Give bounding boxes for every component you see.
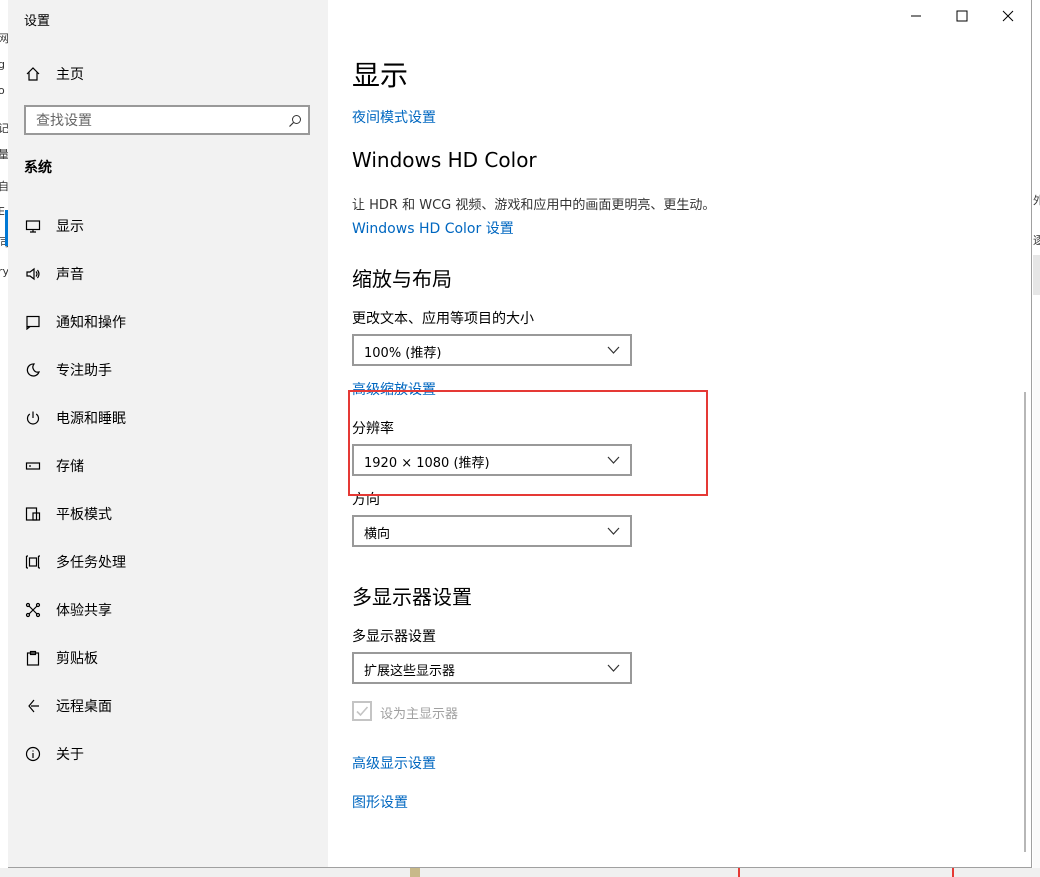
sidebar-item-label: 专注助手: [56, 363, 112, 379]
sidebar-item-label: 通知和操作: [56, 315, 126, 331]
bg-right-shade: [1033, 360, 1040, 877]
bg-right-char: 逐: [1033, 234, 1040, 247]
minimize-button[interactable]: [893, 0, 939, 32]
graphics-settings-link[interactable]: 图形设置: [352, 792, 408, 812]
scale-layout-heading: 缩放与布局: [352, 267, 452, 291]
scrollbar-thumb[interactable]: [1024, 392, 1026, 852]
title-bar-controls: [893, 0, 1031, 32]
sidebar-item-label: 主页: [56, 67, 84, 83]
page-title: 显示: [352, 59, 409, 92]
maximize-icon: [956, 10, 968, 22]
scale-dropdown[interactable]: 100% (推荐): [352, 334, 632, 366]
sidebar: 设置 主页 系统 显示 声音: [8, 0, 328, 867]
sidebar-item-clipboard[interactable]: 剪贴板: [8, 638, 328, 678]
sidebar-item-tablet[interactable]: 平板模式: [8, 494, 328, 534]
sidebar-item-about[interactable]: 关于: [8, 734, 328, 774]
power-icon: [24, 409, 42, 427]
multitask-icon: [24, 553, 42, 571]
notification-icon: [24, 313, 42, 331]
advanced-display-link[interactable]: 高级显示设置: [352, 753, 436, 773]
share-icon: [24, 601, 42, 619]
night-light-settings-link[interactable]: 夜间模式设置: [352, 107, 436, 127]
clipboard-icon: [24, 649, 42, 667]
sidebar-item-label: 显示: [56, 219, 84, 235]
section-label: 系统: [24, 160, 52, 176]
chevron-down-icon: [607, 664, 620, 672]
sidebar-item-label: 关于: [56, 747, 84, 763]
bg-right-char: 外: [1033, 194, 1040, 207]
bg-left-char: ry: [0, 265, 8, 278]
tablet-icon: [24, 505, 42, 523]
hdr-heading: Windows HD Color: [352, 148, 537, 172]
hdr-description: 让 HDR 和 WCG 视频、游戏和应用中的画面更明亮、更生动。: [352, 198, 716, 213]
sidebar-item-sound[interactable]: 声音: [8, 254, 328, 294]
multi-display-dropdown[interactable]: 扩展这些显示器: [352, 652, 632, 684]
bg-left-char: 量: [0, 148, 8, 161]
multi-display-dropdown-value: 扩展这些显示器: [364, 664, 456, 679]
bg-left-char: 自: [0, 180, 8, 193]
sidebar-item-shared-experiences[interactable]: 体验共享: [8, 590, 328, 630]
info-icon: [24, 745, 42, 763]
search-input[interactable]: [26, 107, 288, 135]
bg-left-char: g: [0, 58, 5, 71]
bg-left-char: 网: [0, 32, 8, 45]
moon-icon: [24, 361, 42, 379]
sidebar-item-label: 平板模式: [56, 507, 112, 523]
text-size-label: 更改文本、应用等项目的大小: [352, 311, 534, 327]
multi-display-label: 多显示器设置: [352, 629, 436, 645]
sidebar-item-home[interactable]: 主页: [8, 54, 328, 94]
background-window-bottom: [0, 868, 1040, 877]
bg-bottom-mark: [410, 868, 420, 877]
storage-icon: [24, 457, 42, 475]
sidebar-item-notifications[interactable]: 通知和操作: [8, 302, 328, 342]
sidebar-item-label: 存储: [56, 459, 84, 475]
main-display-checkbox[interactable]: [352, 701, 372, 721]
sidebar-item-label: 声音: [56, 267, 84, 283]
bg-bottom-mark: [952, 868, 954, 877]
bg-left-char: o: [0, 84, 5, 97]
chevron-down-icon: [607, 346, 620, 354]
maximize-button[interactable]: [939, 0, 985, 32]
app-title: 设置: [24, 14, 51, 29]
sidebar-item-storage[interactable]: 存储: [8, 446, 328, 486]
sidebar-item-label: 电源和睡眠: [56, 411, 126, 427]
speaker-icon: [24, 265, 42, 283]
background-window-right: 外 逐: [1033, 0, 1040, 877]
bg-left-char: 记: [0, 122, 8, 135]
hd-color-settings-link[interactable]: Windows HD Color 设置: [352, 218, 514, 238]
close-icon: [1002, 10, 1014, 22]
sidebar-item-label: 多任务处理: [56, 555, 126, 571]
scrollbar[interactable]: [1020, 0, 1030, 867]
multi-display-heading: 多显示器设置: [352, 585, 472, 609]
scale-dropdown-value: 100% (推荐): [364, 346, 442, 361]
home-icon: [24, 65, 42, 83]
sidebar-item-label: 体验共享: [56, 603, 112, 619]
bg-right-shade: [1033, 255, 1040, 295]
search-box: [24, 105, 310, 135]
remote-icon: [24, 697, 42, 715]
bg-bottom-mark: [738, 868, 740, 877]
sidebar-item-power[interactable]: 电源和睡眠: [8, 398, 328, 438]
orientation-dropdown[interactable]: 横向: [352, 515, 632, 547]
highlight-box: [348, 390, 708, 496]
minimize-icon: [911, 15, 921, 17]
sidebar-item-display[interactable]: 显示: [8, 206, 328, 246]
sidebar-item-label: 远程桌面: [56, 699, 112, 715]
orientation-dropdown-value: 横向: [364, 527, 391, 542]
search-icon[interactable]: [288, 113, 302, 127]
chevron-down-icon: [607, 527, 620, 535]
monitor-icon: [24, 217, 42, 235]
sidebar-item-multitasking[interactable]: 多任务处理: [8, 542, 328, 582]
main-display-checkbox-label: 设为主显示器: [380, 707, 459, 722]
sidebar-item-focus-assist[interactable]: 专注助手: [8, 350, 328, 390]
check-icon: [356, 706, 369, 717]
settings-window: 设置 主页 系统 显示 声音: [8, 0, 1032, 868]
background-window-left: 网 g o 记 量 自 E 同 ry: [0, 0, 8, 877]
sidebar-item-label: 剪贴板: [56, 651, 98, 667]
sidebar-item-remote-desktop[interactable]: 远程桌面: [8, 686, 328, 726]
